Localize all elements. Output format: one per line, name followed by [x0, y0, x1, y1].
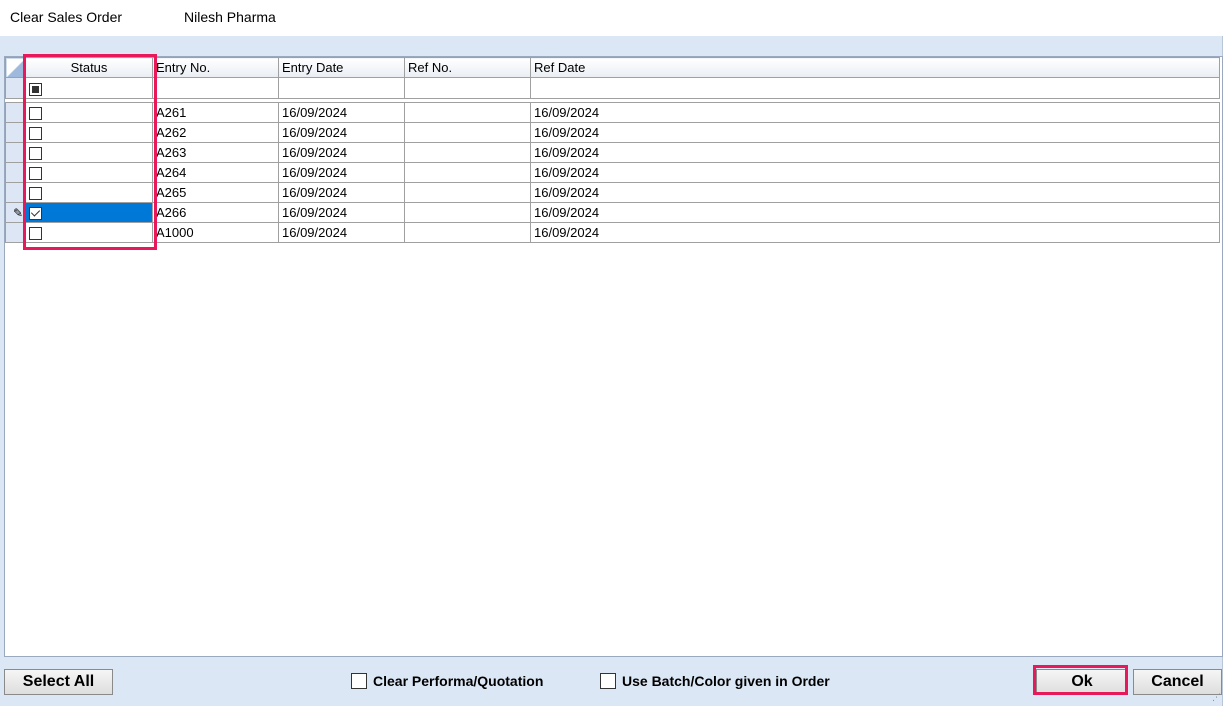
entry-date-cell[interactable]: 16/09/2024 — [278, 102, 405, 123]
entry-date-cell[interactable]: 16/09/2024 — [278, 222, 405, 243]
entry-no-cell[interactable]: A266 — [152, 202, 279, 223]
ref-no-cell[interactable] — [404, 122, 531, 143]
filter-status-cell[interactable] — [25, 77, 153, 99]
status-checkbox[interactable] — [29, 127, 42, 141]
row-header[interactable] — [5, 142, 26, 163]
ref-no-cell[interactable] — [404, 142, 531, 163]
entry-date-cell[interactable]: 16/09/2024 — [278, 162, 405, 183]
row-header[interactable] — [5, 102, 26, 123]
ref-no-cell[interactable] — [404, 162, 531, 183]
filter-entry-no[interactable] — [152, 77, 279, 99]
entry-no-cell[interactable]: A265 — [152, 182, 279, 203]
filter-ref-date[interactable] — [530, 77, 1220, 99]
entry-no-cell[interactable]: A261 — [152, 102, 279, 123]
status-checkbox[interactable] — [29, 187, 42, 201]
entry-no-cell[interactable]: A1000 — [152, 222, 279, 243]
status-cell[interactable] — [25, 222, 153, 243]
status-cell[interactable] — [25, 122, 153, 143]
use-batch-option[interactable]: Use Batch/Color given in Order — [600, 673, 830, 689]
table-row[interactable]: A262 16/09/2024 16/09/2024 — [5, 122, 1220, 143]
column-header-ref-no[interactable]: Ref No. — [404, 57, 531, 78]
ref-date-cell[interactable]: 16/09/2024 — [530, 222, 1220, 243]
ref-date-cell[interactable]: 16/09/2024 — [530, 202, 1220, 223]
table-row[interactable]: A263 16/09/2024 16/09/2024 — [5, 142, 1220, 163]
entry-date-cell[interactable]: 16/09/2024 — [278, 142, 405, 163]
filter-status-checkbox[interactable] — [29, 82, 42, 96]
select-all-button[interactable]: Select All — [4, 669, 113, 695]
filter-ref-no[interactable] — [404, 77, 531, 99]
party-name: Nilesh Pharma — [184, 9, 276, 25]
table-row[interactable]: A261 16/09/2024 16/09/2024 — [5, 102, 1220, 123]
clear-performa-option[interactable]: Clear Performa/Quotation — [351, 673, 543, 689]
status-checkbox[interactable] — [29, 207, 42, 221]
use-batch-checkbox[interactable] — [600, 673, 616, 689]
row-header[interactable] — [5, 222, 26, 243]
column-header-entry-date[interactable]: Entry Date — [278, 57, 405, 78]
ref-date-cell[interactable]: 16/09/2024 — [530, 142, 1220, 163]
ref-date-cell[interactable]: 16/09/2024 — [530, 122, 1220, 143]
row-header[interactable] — [5, 162, 26, 183]
entry-date-cell[interactable]: 16/09/2024 — [278, 122, 405, 143]
table-row[interactable]: ✎ A266 16/09/2024 16/09/2024 — [5, 202, 1220, 223]
row-header[interactable] — [5, 182, 26, 203]
column-header-ref-date[interactable]: Ref Date — [530, 57, 1220, 78]
row-header[interactable] — [5, 122, 26, 143]
ref-date-cell[interactable]: 16/09/2024 — [530, 102, 1220, 123]
status-cell[interactable] — [25, 102, 153, 123]
entry-no-cell[interactable]: A262 — [152, 122, 279, 143]
footer-bar: Select All Clear Performa/Quotation Use … — [0, 660, 1227, 706]
cancel-button[interactable]: Cancel — [1133, 669, 1222, 695]
entry-no-cell[interactable]: A264 — [152, 162, 279, 183]
entry-no-cell[interactable]: A263 — [152, 142, 279, 163]
grid-corner[interactable] — [5, 57, 26, 78]
ref-no-cell[interactable] — [404, 202, 531, 223]
window-title: Clear Sales Order — [10, 9, 123, 25]
use-batch-label: Use Batch/Color given in Order — [622, 673, 830, 689]
ok-button[interactable]: Ok — [1036, 669, 1128, 695]
orders-grid: Status Entry No. Entry Date Ref No. Ref … — [4, 56, 1223, 657]
ref-date-cell[interactable]: 16/09/2024 — [530, 162, 1220, 183]
filter-row-header — [5, 77, 26, 99]
status-cell[interactable] — [25, 182, 153, 203]
ref-no-cell[interactable] — [404, 222, 531, 243]
status-cell[interactable] — [25, 202, 153, 223]
status-checkbox[interactable] — [29, 107, 42, 121]
ref-no-cell[interactable] — [404, 182, 531, 203]
table-row[interactable]: A265 16/09/2024 16/09/2024 — [5, 182, 1220, 203]
title-bar: Clear Sales Order Nilesh Pharma — [0, 0, 1227, 36]
table-row[interactable]: A264 16/09/2024 16/09/2024 — [5, 162, 1220, 183]
status-cell[interactable] — [25, 142, 153, 163]
entry-date-cell[interactable]: 16/09/2024 — [278, 202, 405, 223]
status-cell[interactable] — [25, 162, 153, 183]
filter-row — [5, 77, 1220, 99]
ref-date-cell[interactable]: 16/09/2024 — [530, 182, 1220, 203]
row-header[interactable]: ✎ — [5, 202, 26, 223]
column-header-entry-no[interactable]: Entry No. — [152, 57, 279, 78]
status-checkbox[interactable] — [29, 167, 42, 181]
entry-date-cell[interactable]: 16/09/2024 — [278, 182, 405, 203]
resize-grip-icon[interactable]: ⋰ — [1212, 692, 1221, 703]
column-header-status[interactable]: Status — [25, 57, 153, 78]
ref-no-cell[interactable] — [404, 102, 531, 123]
status-checkbox[interactable] — [29, 227, 42, 241]
table-row[interactable]: A1000 16/09/2024 16/09/2024 — [5, 222, 1220, 243]
filter-entry-date[interactable] — [278, 77, 405, 99]
orders-table: Status Entry No. Entry Date Ref No. Ref … — [5, 57, 1220, 243]
clear-performa-label: Clear Performa/Quotation — [373, 673, 544, 689]
pencil-icon: ✎ — [13, 206, 24, 220]
status-checkbox[interactable] — [29, 147, 42, 161]
clear-performa-checkbox[interactable] — [351, 673, 367, 689]
